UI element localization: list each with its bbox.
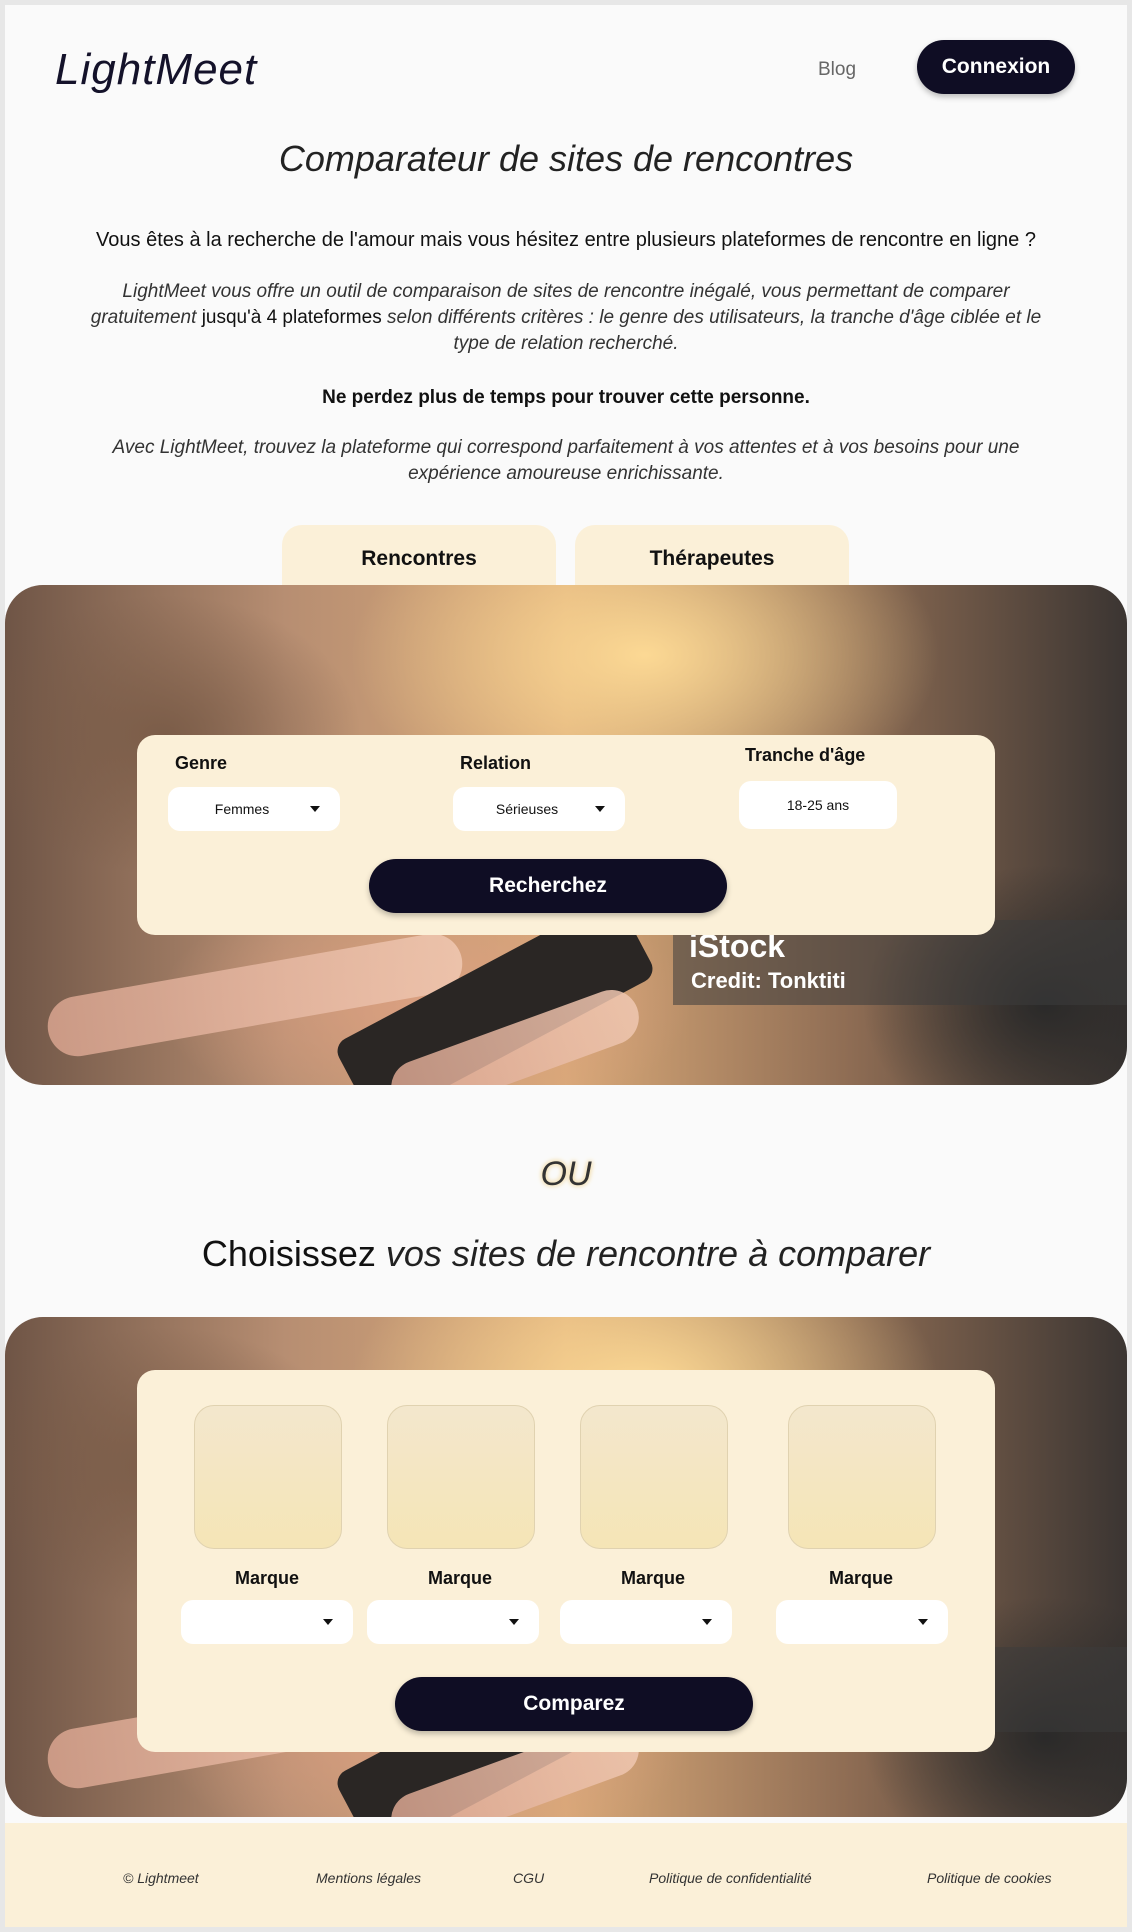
compare-heading: Choisissez vos sites de rencontre à comp… bbox=[5, 1233, 1127, 1275]
brand-label-4: Marque bbox=[828, 1568, 893, 1588]
compare-heading-italic: vos sites de rencontre à comparer bbox=[375, 1233, 931, 1274]
separator-ou: OU bbox=[540, 1155, 592, 1193]
relation-label: Relation bbox=[460, 753, 532, 773]
footer-link-cgu[interactable]: CGU bbox=[513, 1870, 544, 1886]
chevron-down-icon bbox=[918, 1619, 928, 1625]
compare-background: Marque Marque Marque Marque Comparez bbox=[5, 1317, 1127, 1817]
brand-select-1[interactable] bbox=[181, 1600, 353, 1644]
page: LightMeet Blog Connexion Comparateur de … bbox=[5, 5, 1127, 1927]
tab-rencontres[interactable]: Rencontres bbox=[282, 525, 556, 585]
chevron-down-icon bbox=[323, 1619, 333, 1625]
footer-link-cookies[interactable]: Politique de cookies bbox=[927, 1870, 1052, 1886]
brand-label-2: Marque bbox=[427, 1568, 492, 1588]
footer-link-privacy[interactable]: Politique de confidentialité bbox=[649, 1870, 812, 1886]
genre-select[interactable]: Femmes bbox=[168, 787, 340, 831]
age-label: Tranche d'âge bbox=[745, 745, 866, 765]
search-panel: Genre Femmes Relation Sérieuses Tranche … bbox=[137, 735, 995, 935]
relation-select[interactable]: Sérieuses bbox=[453, 787, 625, 831]
login-button[interactable]: Connexion bbox=[917, 40, 1075, 94]
watermark-credit: Credit: Tonktiti bbox=[691, 968, 846, 993]
chevron-down-icon bbox=[595, 806, 605, 812]
compare-button[interactable]: Comparez bbox=[395, 1677, 753, 1731]
logo[interactable]: LightMeet bbox=[55, 45, 257, 95]
brand-logo-slot-3[interactable] bbox=[580, 1405, 728, 1549]
relation-value: Sérieuses bbox=[495, 801, 559, 817]
footer-link-mentions[interactable]: Mentions légales bbox=[316, 1870, 421, 1886]
intro-text-after: selon différents critères : le genre des… bbox=[381, 307, 1042, 354]
brand-select-3[interactable] bbox=[560, 1600, 732, 1644]
search-button[interactable]: Recherchez bbox=[369, 859, 727, 913]
intro-emphasis: jusqu'à 4 plateformes bbox=[201, 307, 382, 328]
watermark-fragment bbox=[995, 1647, 1127, 1732]
brand-label-3: Marque bbox=[620, 1568, 685, 1588]
brand-logo-slot-4[interactable] bbox=[788, 1405, 936, 1549]
hero-background: iStock Credit: Tonktiti Genre Femmes Rel… bbox=[5, 585, 1127, 1085]
page-title: Comparateur de sites de rencontres bbox=[278, 138, 854, 179]
intro-paragraph: LightMeet vous offre un outil de compara… bbox=[75, 279, 1057, 357]
chevron-down-icon bbox=[310, 806, 320, 812]
genre-value: Femmes bbox=[214, 801, 270, 817]
tab-therapeutes[interactable]: Thérapeutes bbox=[575, 525, 849, 585]
age-field[interactable]: 18-25 ans bbox=[739, 781, 897, 829]
brand-select-4[interactable] bbox=[776, 1600, 948, 1644]
intro-paragraph-2: Avec LightMeet, trouvez la plateforme qu… bbox=[112, 437, 1020, 484]
nav-blog-link[interactable]: Blog bbox=[818, 59, 856, 81]
compare-panel: Marque Marque Marque Marque Comparez bbox=[137, 1370, 995, 1752]
brand-logo-slot-2[interactable] bbox=[387, 1405, 535, 1549]
footer-copyright: © Lightmeet bbox=[123, 1870, 199, 1886]
genre-label: Genre bbox=[175, 753, 228, 773]
footer: © Lightmeet Mentions légales CGU Politiq… bbox=[5, 1823, 1127, 1927]
intro-question: Vous êtes à la recherche de l'amour mais… bbox=[96, 229, 1036, 251]
brand-select-2[interactable] bbox=[367, 1600, 539, 1644]
chevron-down-icon bbox=[702, 1619, 712, 1625]
brand-label-1: Marque bbox=[234, 1568, 299, 1588]
brand-logo-slot-1[interactable] bbox=[194, 1405, 342, 1549]
compare-heading-bold: Choisissez bbox=[201, 1233, 376, 1274]
intro-strong: Ne perdez plus de temps pour trouver cet… bbox=[322, 387, 810, 408]
age-value: 18-25 ans bbox=[786, 797, 850, 813]
chevron-down-icon bbox=[509, 1619, 519, 1625]
